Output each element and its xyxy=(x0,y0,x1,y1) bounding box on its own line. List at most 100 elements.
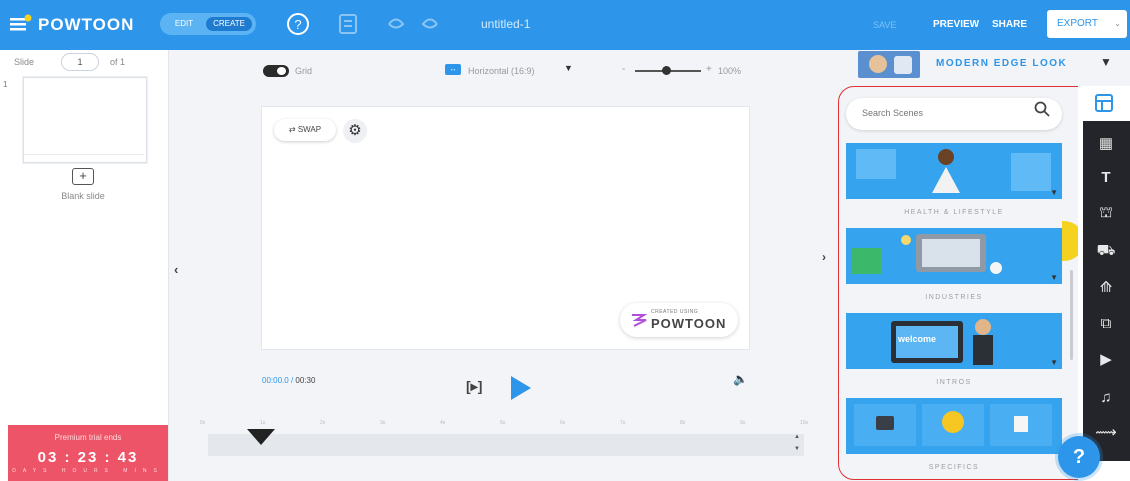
divider xyxy=(24,154,144,155)
volume-icon[interactable]: 🔈 xyxy=(733,372,748,386)
undo-icon[interactable] xyxy=(384,12,408,36)
playhead-handle[interactable] xyxy=(247,429,275,445)
shapes-icon[interactable]: ⟰ xyxy=(1093,275,1119,301)
slide-thumbnail[interactable] xyxy=(23,77,147,163)
library-scrollbar[interactable] xyxy=(1070,270,1073,360)
export-button[interactable]: EXPORT ⌄ xyxy=(1047,10,1127,38)
export-label: EXPORT xyxy=(1057,18,1098,29)
aspect-ratio-select[interactable]: Horizontal (16:9) xyxy=(468,66,535,76)
mode-create-option[interactable]: CREATE xyxy=(206,17,252,31)
backgrounds-icon[interactable]: ▦ xyxy=(1093,131,1119,157)
ruler-tick: 6s xyxy=(560,420,566,426)
grid-toggle-knob xyxy=(277,67,286,75)
card-caret-icon[interactable]: ▼ xyxy=(1050,188,1058,197)
zoom-slider-handle[interactable] xyxy=(662,66,671,75)
help-button[interactable]: ? xyxy=(1058,436,1100,478)
slide-total: of 1 xyxy=(110,57,126,67)
ruler-tick: 0s xyxy=(200,420,206,426)
timeline-ruler: 0s 1s 2s 3s 4s 5s 6s 7s 8s 9s 10s xyxy=(200,420,810,432)
swap-button[interactable]: ⇄ SWAP xyxy=(274,119,336,141)
trial-time: 03 : 23 : 43 xyxy=(37,449,139,466)
play-scene-button[interactable]: [▸] xyxy=(466,378,482,395)
grid-label: Grid xyxy=(295,66,313,76)
watermark-caption: CREATED USING xyxy=(651,309,699,315)
trial-units: DAYS HOURS MINS xyxy=(12,468,164,474)
brand-logo: POWTOON xyxy=(38,15,135,34)
search-input[interactable] xyxy=(860,107,1034,119)
ruler-tick: 5s xyxy=(500,420,506,426)
caret-down-icon[interactable]: ▼ xyxy=(794,446,800,452)
trial-countdown[interactable]: Premium trial ends 03 : 23 : 43 DAYS HOU… xyxy=(8,425,168,481)
category-card[interactable]: ▼ xyxy=(846,228,1062,284)
save-button[interactable]: SAVE xyxy=(873,20,896,30)
category-label: INTROS xyxy=(936,379,972,386)
help-circle-icon[interactable]: ? xyxy=(286,12,310,36)
search-icon[interactable] xyxy=(1034,101,1050,121)
share-button[interactable]: SHARE xyxy=(992,19,1027,30)
ruler-tick: 7s xyxy=(620,420,626,426)
menu-icon[interactable] xyxy=(10,14,32,34)
playback-time: 00:00.0 / 00:30 xyxy=(262,376,315,385)
style-thumbnail[interactable] xyxy=(858,51,920,78)
svg-text:?: ? xyxy=(294,17,301,32)
powtoon-logo-icon xyxy=(632,314,648,327)
ruler-tick: 1s xyxy=(260,420,266,426)
caret-up-icon[interactable]: ▲ xyxy=(794,434,800,440)
style-selector[interactable]: MODERN EDGE LOOK xyxy=(936,58,1067,69)
card-caret-icon[interactable]: ▼ xyxy=(1050,358,1058,367)
redo-icon[interactable] xyxy=(418,12,442,36)
category-label: INDUSTRIES xyxy=(925,294,983,301)
slides-panel: Slide 1 of 1 1 + Blank slide xyxy=(0,50,169,481)
chevron-down-icon: ⌄ xyxy=(1114,19,1121,28)
media-icon[interactable]: ⧉ xyxy=(1093,311,1119,337)
music-icon[interactable]: ♫ xyxy=(1093,385,1119,411)
category-card[interactable]: welcome ▼ xyxy=(846,313,1062,369)
zoom-in-button[interactable]: + xyxy=(706,64,712,75)
ruler-tick: 4s xyxy=(440,420,446,426)
mode-toggle[interactable]: EDIT CREATE xyxy=(160,13,256,35)
trial-title: Premium trial ends xyxy=(54,433,122,442)
chevron-right-icon[interactable]: › xyxy=(822,250,826,264)
time-separator: / xyxy=(290,376,294,385)
slide-label: Slide xyxy=(14,57,35,67)
watermark-brand: POWTOON xyxy=(651,316,727,331)
caret-down-icon[interactable]: ▼ xyxy=(1100,55,1112,69)
slide-number-input[interactable]: 1 xyxy=(61,53,99,71)
card-caret-icon[interactable]: ▼ xyxy=(1050,273,1058,282)
ruler-tick: 8s xyxy=(680,420,686,426)
text-icon[interactable]: T xyxy=(1093,165,1119,191)
scene-search[interactable] xyxy=(846,98,1062,130)
characters-icon[interactable]: ⛫ xyxy=(1093,200,1119,226)
caret-down-icon[interactable]: ▼ xyxy=(564,63,573,73)
chevron-left-icon[interactable]: ‹ xyxy=(174,262,178,277)
transitions-icon[interactable]: ⟿ xyxy=(1093,420,1119,446)
props-icon[interactable]: ⛟ xyxy=(1093,238,1119,264)
gear-icon[interactable]: ⚙ xyxy=(343,119,367,143)
scenes-icon[interactable] xyxy=(1094,93,1114,113)
total-time: 00:30 xyxy=(295,376,316,385)
ruler-tick: 10s xyxy=(800,420,809,426)
category-label: HEALTH & LIFESTYLE xyxy=(904,209,1004,216)
blank-slide-label: Blank slide xyxy=(61,191,105,201)
aspect-ratio-icon: ↔ xyxy=(445,64,461,75)
blank-slide-button[interactable]: + Blank slide xyxy=(48,168,118,210)
current-time: 00:00.0 xyxy=(262,376,289,385)
card-text: welcome xyxy=(898,334,937,344)
mode-edit-option[interactable]: EDIT xyxy=(166,17,202,31)
slide-index: 1 xyxy=(3,80,8,89)
document-title[interactable]: untitled-1 xyxy=(481,17,530,31)
video-icon[interactable]: ▶ xyxy=(1093,347,1119,373)
timeline-track[interactable] xyxy=(208,434,804,456)
zoom-value: 100% xyxy=(718,66,742,76)
add-slide-icon: + xyxy=(72,168,94,185)
category-label: SPECIFICS xyxy=(928,464,980,471)
ruler-tick: 9s xyxy=(740,420,746,426)
zoom-out-button[interactable]: - xyxy=(622,64,625,75)
category-card[interactable]: ▼ xyxy=(846,143,1062,199)
play-icon[interactable] xyxy=(511,376,531,400)
ruler-tick: 3s xyxy=(380,420,386,426)
category-card[interactable] xyxy=(846,398,1062,454)
ruler-tick: 2s xyxy=(320,420,326,426)
slides-icon[interactable] xyxy=(336,12,360,36)
preview-button[interactable]: PREVIEW xyxy=(933,19,979,30)
